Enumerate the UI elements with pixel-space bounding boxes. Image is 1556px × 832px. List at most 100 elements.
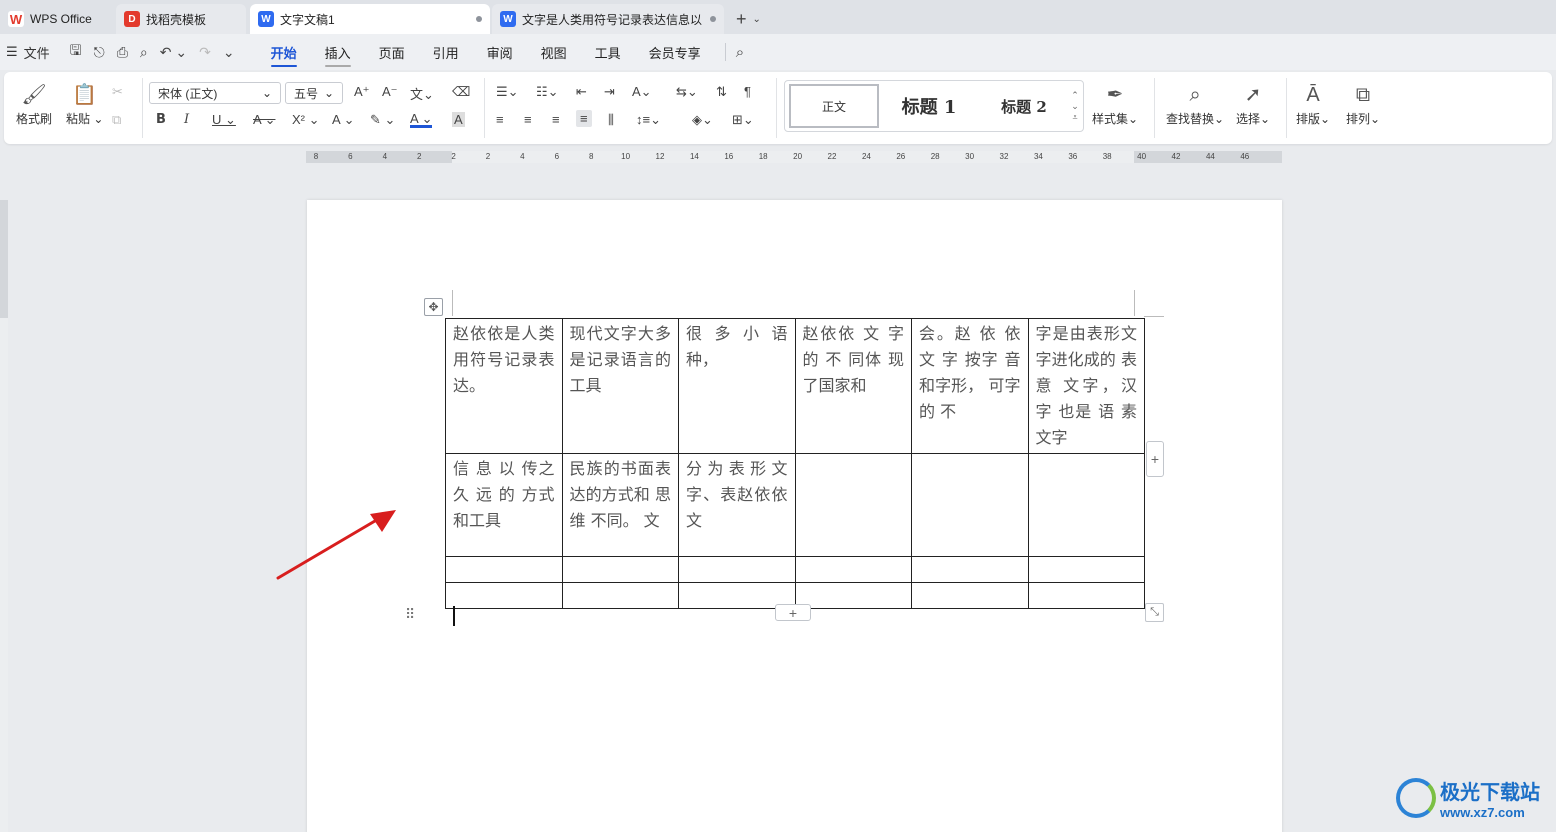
chinese-layout-icon[interactable]: ⇆⌄ xyxy=(676,84,698,100)
grow-font-icon[interactable]: A⁺ xyxy=(354,84,370,100)
table-cell[interactable] xyxy=(561,556,679,583)
clear-format-icon[interactable]: ⌫ xyxy=(452,84,470,100)
table-cell[interactable]: 赵依依是人类用符号记录表达。 xyxy=(445,318,563,454)
borders-icon[interactable]: ⊞⌄ xyxy=(732,112,754,128)
layout-button[interactable]: Ā 排版⌄ xyxy=(1296,80,1330,127)
char-shading-icon[interactable]: A xyxy=(452,112,465,127)
format-painter-button[interactable]: 🖌 格式刷 xyxy=(16,80,52,127)
text-effect-icon[interactable]: A ⌄ xyxy=(332,112,354,128)
table-cell[interactable] xyxy=(911,556,1029,583)
align-center-icon[interactable]: ≡ xyxy=(524,112,532,127)
redo-icon[interactable]: ↷ xyxy=(199,44,211,61)
underline-icon[interactable]: U ⌄ xyxy=(212,112,236,128)
font-name-select[interactable]: 宋体 (正文) ⌄ xyxy=(149,82,281,104)
print-preview-icon[interactable]: ⌕ xyxy=(140,44,148,61)
table-cell[interactable] xyxy=(794,556,912,583)
add-row-button[interactable]: + xyxy=(775,604,811,621)
highlight-icon[interactable]: ✎ ⌄ xyxy=(370,112,395,128)
sort-icon[interactable]: ⇅ xyxy=(716,84,727,100)
new-tab-button[interactable]: + ⌄ xyxy=(736,4,761,34)
table-cell[interactable]: 民族的书面表达的方式和 思 维 不同。 文 xyxy=(561,453,679,557)
undo-icon[interactable]: ↶ ⌄ xyxy=(160,44,187,61)
font-color-icon[interactable]: A ⌄ xyxy=(410,112,433,128)
copy-icon[interactable]: ⧉ xyxy=(112,112,121,128)
menu-home[interactable]: 开始 xyxy=(257,34,311,70)
align-left-icon[interactable]: ≡ xyxy=(496,112,504,127)
find-replace-button[interactable]: ⌕ 查找替换⌄ xyxy=(1166,80,1224,127)
show-marks-icon[interactable]: ¶ xyxy=(744,84,751,99)
print-icon[interactable]: ⎙ xyxy=(117,44,128,61)
justify-icon[interactable]: ≡ xyxy=(576,110,592,127)
table-cell[interactable] xyxy=(445,556,563,583)
shading-icon[interactable]: ◈⌄ xyxy=(692,112,713,128)
distribute-icon[interactable]: ⫼ xyxy=(608,112,614,128)
table-cell[interactable]: 分为表形文字、表赵依依 文 xyxy=(678,453,796,557)
superscript-icon[interactable]: X² ⌄ xyxy=(292,112,320,128)
document-table[interactable]: 赵依依是人类用符号记录表达。 现代文字大多是记录语言的工具 很 多 小 语种， … xyxy=(445,318,1145,609)
shrink-font-icon[interactable]: A⁻ xyxy=(382,84,398,100)
table-cell[interactable] xyxy=(794,582,912,609)
chevron-up-icon[interactable]: ⌃ xyxy=(1071,90,1079,101)
table-resize-icon[interactable]: ⤡ xyxy=(1145,603,1164,622)
table-cell[interactable]: 信 息 以 传之久 远 的 方式和工具 xyxy=(445,453,563,557)
table-cell[interactable] xyxy=(911,582,1029,609)
table-cell[interactable]: 字是由表形文字进化成的 表 意 文字，汉 字 也是 语 素文字 xyxy=(1027,318,1145,454)
file-menu[interactable]: ☰ 文件 xyxy=(6,43,50,62)
bullet-list-icon[interactable]: ☰⌄ xyxy=(496,84,519,100)
horizontal-ruler[interactable]: 8 6 4 2 2 2 4 6 8 10 12 14 16 18 20 22 24 26 28 30 32 34 36 38 4… xyxy=(306,151,1282,163)
arrange-button[interactable]: ⧉ 排列⌄ xyxy=(1346,80,1380,127)
style-set-button[interactable]: ✒ 样式集⌄ xyxy=(1092,80,1138,127)
table-move-icon[interactable]: ✥ xyxy=(424,298,443,316)
expand-icon[interactable]: ⩡ xyxy=(1072,112,1077,123)
tab-document-2[interactable]: W 文字是人类用符号记录表达信息以 xyxy=(492,4,724,34)
style-heading-1[interactable]: 标题 1 xyxy=(879,84,979,128)
paragraph-drag-handle-icon[interactable]: ⠿ xyxy=(405,606,415,623)
menu-references[interactable]: 引用 xyxy=(419,34,473,70)
table-cell[interactable] xyxy=(561,582,679,609)
select-button[interactable]: ➚ 选择⌄ xyxy=(1236,80,1270,127)
menu-view[interactable]: 视图 xyxy=(527,34,581,70)
numbered-list-icon[interactable]: ☷⌄ xyxy=(536,84,559,100)
table-cell[interactable]: 现代文字大多是记录语言的工具 xyxy=(561,318,679,454)
cut-icon[interactable]: ✂ xyxy=(112,84,123,100)
tab-document-1[interactable]: W 文字文稿1 xyxy=(250,4,490,34)
style-heading-2[interactable]: 标题 2 xyxy=(979,84,1069,128)
unsaved-dot-icon[interactable] xyxy=(476,16,482,22)
table-cell[interactable] xyxy=(1027,582,1145,609)
menu-member[interactable]: 会员专享 xyxy=(635,34,715,70)
tab-docer-templates[interactable]: D 找稻壳模板 xyxy=(116,4,246,34)
style-normal[interactable]: 正文 xyxy=(789,84,879,128)
strikethrough-icon[interactable]: A ⌄ xyxy=(253,112,275,128)
vertical-ruler[interactable] xyxy=(0,200,8,832)
table-cell[interactable] xyxy=(794,453,912,557)
menu-page[interactable]: 页面 xyxy=(365,34,419,70)
table-cell[interactable]: 很 多 小 语种， xyxy=(678,318,796,454)
table-cell[interactable]: 会。赵 依 依文 字 按字 音和字形， 可字 的 不 xyxy=(911,318,1029,454)
menu-review[interactable]: 审阅 xyxy=(473,34,527,70)
unsaved-dot-icon[interactable] xyxy=(710,16,716,22)
table-cell[interactable]: 赵依依 文 字的 不 同体 现了国家和 xyxy=(794,318,912,454)
share-icon[interactable]: ⎋ xyxy=(94,44,105,61)
tab-wps-office[interactable]: W WPS Office xyxy=(0,4,112,34)
menu-insert[interactable]: 插入 xyxy=(311,34,365,70)
table-cell[interactable] xyxy=(911,453,1029,557)
table-cell[interactable] xyxy=(1027,453,1145,557)
table-cell[interactable] xyxy=(445,582,563,609)
table-cell[interactable] xyxy=(678,556,796,583)
bold-icon[interactable]: B xyxy=(156,112,166,127)
menu-tools[interactable]: 工具 xyxy=(581,34,635,70)
save-icon[interactable]: 🖫 xyxy=(70,40,82,64)
text-direction-icon[interactable]: A⌄ xyxy=(632,84,652,100)
style-gallery-scroll[interactable]: ⌃ ⌄ ⩡ xyxy=(1069,90,1081,123)
paste-button[interactable]: 📋 粘贴 ⌄ xyxy=(66,80,103,127)
phonetic-guide-icon[interactable]: 文⌄ xyxy=(410,84,434,103)
customize-chevron-icon[interactable]: ⌄ xyxy=(223,44,235,61)
decrease-indent-icon[interactable]: ⇤ xyxy=(576,84,587,100)
italic-icon[interactable]: I xyxy=(184,112,189,127)
add-column-button[interactable]: + xyxy=(1146,441,1164,477)
increase-indent-icon[interactable]: ⇥ xyxy=(604,84,615,100)
align-right-icon[interactable]: ≡ xyxy=(552,112,560,127)
chevron-down-icon[interactable]: ⌄ xyxy=(753,14,761,25)
font-size-select[interactable]: 五号 ⌄ xyxy=(285,82,343,104)
chevron-down-icon[interactable]: ⌄ xyxy=(1071,101,1079,112)
